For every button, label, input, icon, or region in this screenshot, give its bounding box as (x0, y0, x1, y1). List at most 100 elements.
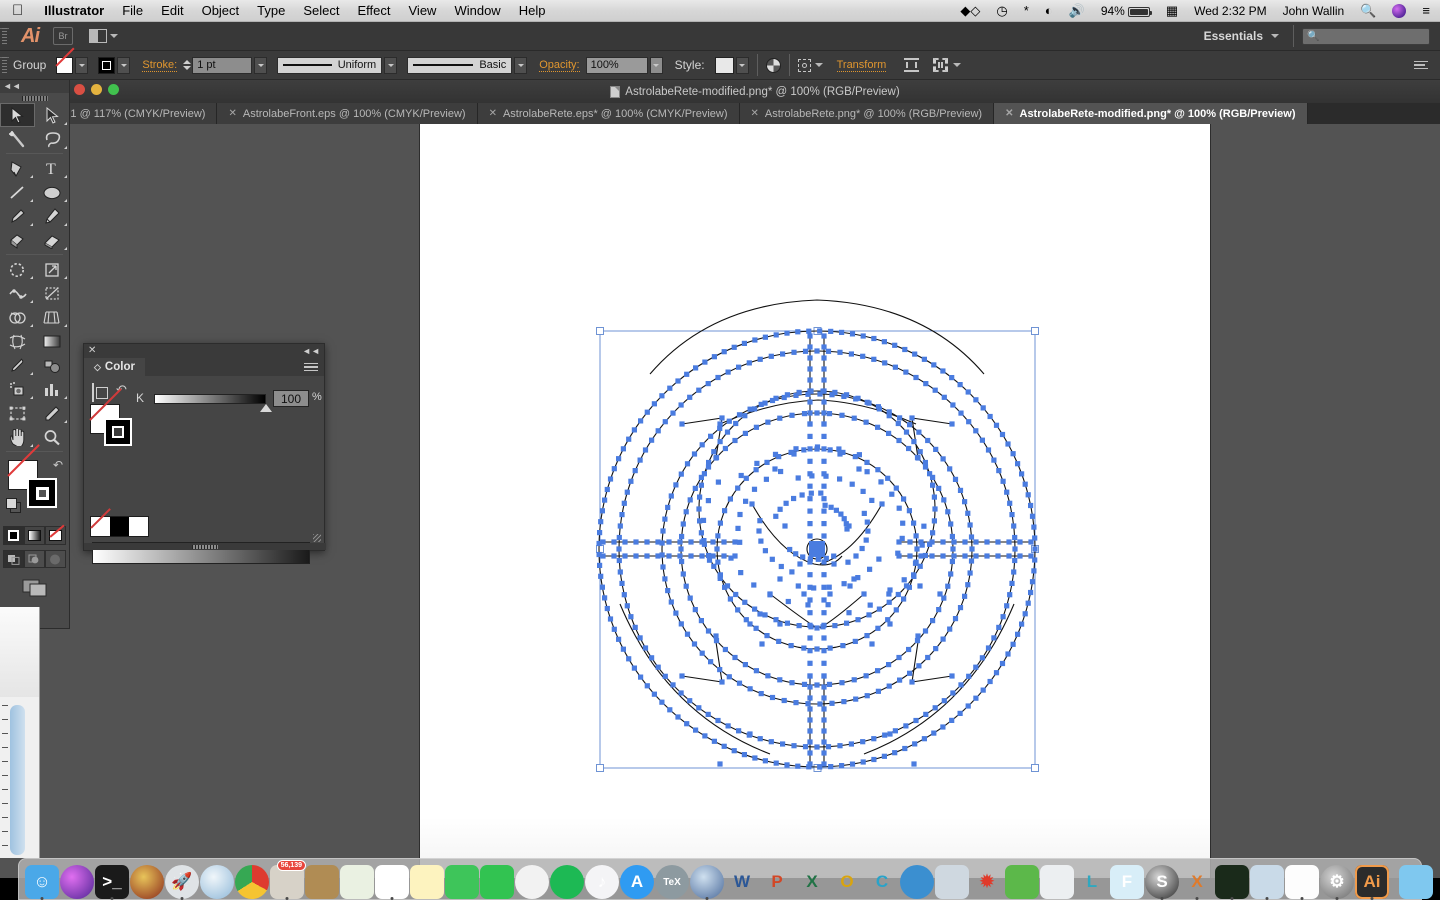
white-swatch[interactable] (129, 517, 148, 536)
anchor-point[interactable] (981, 688, 986, 693)
anchor-point[interactable] (911, 761, 916, 766)
anchor-point[interactable] (1005, 441, 1010, 446)
anchor-point[interactable] (699, 483, 704, 488)
anchor-point[interactable] (828, 329, 833, 334)
anchor-point[interactable] (655, 553, 660, 558)
anchor-point[interactable] (821, 739, 826, 744)
anchor-point[interactable] (807, 399, 812, 404)
anchor-point[interactable] (966, 389, 971, 394)
recolor-artwork-icon[interactable] (766, 58, 781, 73)
anchor-point[interactable] (887, 731, 892, 736)
anchor-point[interactable] (911, 574, 916, 579)
document-tab-astrolaberete-eps[interactable]: ✕ AstrolabeRete.eps* @ 100% (CMYK/Previe… (478, 103, 740, 124)
anchor-point[interactable] (726, 723, 731, 728)
anchor-point[interactable] (632, 427, 637, 432)
anchor-point[interactable] (1007, 592, 1012, 597)
width-tool[interactable] (0, 281, 35, 305)
dock-item-launchpad[interactable]: 🚀 (165, 861, 199, 899)
anchor-point[interactable] (875, 626, 880, 631)
anchor-point[interactable] (597, 563, 602, 568)
dock-item-downloads-folder[interactable] (1399, 861, 1433, 899)
anchor-point[interactable] (821, 496, 826, 501)
dock-item-transmit[interactable] (900, 861, 934, 899)
anchor-point[interactable] (807, 706, 812, 711)
anchor-point[interactable] (605, 606, 610, 611)
anchor-point[interactable] (821, 635, 826, 640)
anchor-point[interactable] (821, 388, 826, 393)
anchor-point[interactable] (958, 488, 963, 493)
anchor-point[interactable] (733, 592, 738, 597)
anchor-point[interactable] (1030, 579, 1035, 584)
anchor-point[interactable] (950, 690, 955, 695)
anchor-point[interactable] (736, 728, 741, 733)
slice-tool[interactable] (35, 401, 70, 425)
anchor-point[interactable] (670, 682, 675, 687)
anchor-point[interactable] (702, 733, 707, 738)
anchor-point[interactable] (940, 553, 945, 558)
anchor-point[interactable] (1004, 603, 1009, 608)
anchor-point[interactable] (738, 570, 743, 575)
blob-brush-tool[interactable] (0, 228, 35, 252)
opacity-input[interactable]: 100% (586, 57, 648, 74)
anchor-point[interactable] (895, 551, 900, 556)
anchor-point[interactable] (807, 661, 812, 666)
anchor-point[interactable] (842, 581, 847, 586)
graphic-style-swatch[interactable] (715, 57, 734, 74)
anchor-point[interactable] (911, 521, 916, 526)
anchor-point[interactable] (693, 486, 698, 491)
anchor-point[interactable] (1019, 622, 1024, 627)
tab-color[interactable]: ◇ Color (84, 358, 145, 376)
anchor-point[interactable] (958, 682, 963, 687)
menu-select[interactable]: Select (294, 3, 348, 18)
anchor-point[interactable] (728, 496, 733, 501)
time-machine-icon[interactable]: ◷ (988, 3, 1015, 19)
anchor-point[interactable] (743, 662, 748, 667)
anchor-point[interactable] (795, 329, 800, 334)
anchor-point[interactable] (679, 534, 684, 539)
anchor-point[interactable] (840, 643, 845, 648)
anchor-point[interactable] (748, 407, 753, 412)
anchor-point[interactable] (909, 679, 914, 684)
anchor-point[interactable] (733, 421, 738, 426)
anchor-point[interactable] (782, 698, 787, 703)
dock-item-fusion-360[interactable]: F (1110, 861, 1144, 899)
dock-item-terminal[interactable]: >_ (95, 861, 129, 899)
dock-item-evernote[interactable] (1005, 861, 1039, 899)
anchor-point[interactable] (780, 351, 785, 356)
anchor-point[interactable] (735, 526, 740, 531)
anchor-point[interactable] (628, 614, 633, 619)
anchor-point[interactable] (911, 439, 916, 444)
anchor-point[interactable] (936, 607, 941, 612)
anchor-point[interactable] (803, 349, 808, 354)
anchor-point[interactable] (986, 447, 991, 452)
anchor-point[interactable] (801, 591, 806, 596)
dock-item-solidworks[interactable]: S (1145, 861, 1179, 899)
anchor-point[interactable] (807, 717, 812, 722)
anchor-point[interactable] (1017, 553, 1022, 558)
anchor-point[interactable] (633, 468, 638, 473)
gradient-mode-button[interactable] (24, 526, 45, 545)
dock-item-microsoft-powerpoint[interactable]: P (760, 861, 794, 899)
anchor-point[interactable] (807, 739, 812, 744)
dock-item-seismograph[interactable] (1215, 861, 1249, 899)
stroke-color-proxy[interactable] (104, 418, 132, 446)
close-panel-icon[interactable]: ✕ (88, 346, 96, 356)
anchor-point[interactable] (1023, 482, 1028, 487)
anchor-point[interactable] (754, 668, 759, 673)
anchor-point[interactable] (660, 528, 665, 533)
anchor-point[interactable] (693, 365, 698, 370)
ellipse-tool[interactable] (35, 180, 70, 204)
anchor-point[interactable] (763, 335, 768, 340)
anchor-point[interactable] (681, 521, 686, 526)
anchor-point[interactable] (855, 575, 860, 580)
volume-icon[interactable]: 🔊 (1061, 3, 1093, 19)
anchor-point[interactable] (1028, 590, 1033, 595)
anchor-point[interactable] (949, 673, 954, 678)
anchor-point[interactable] (832, 390, 837, 395)
anchor-point[interactable] (850, 482, 855, 487)
anchor-point[interactable] (821, 717, 826, 722)
anchor-point[interactable] (784, 331, 789, 336)
anchor-point[interactable] (821, 355, 826, 360)
zoom-window-button[interactable] (108, 84, 119, 95)
anchor-point[interactable] (764, 460, 769, 465)
